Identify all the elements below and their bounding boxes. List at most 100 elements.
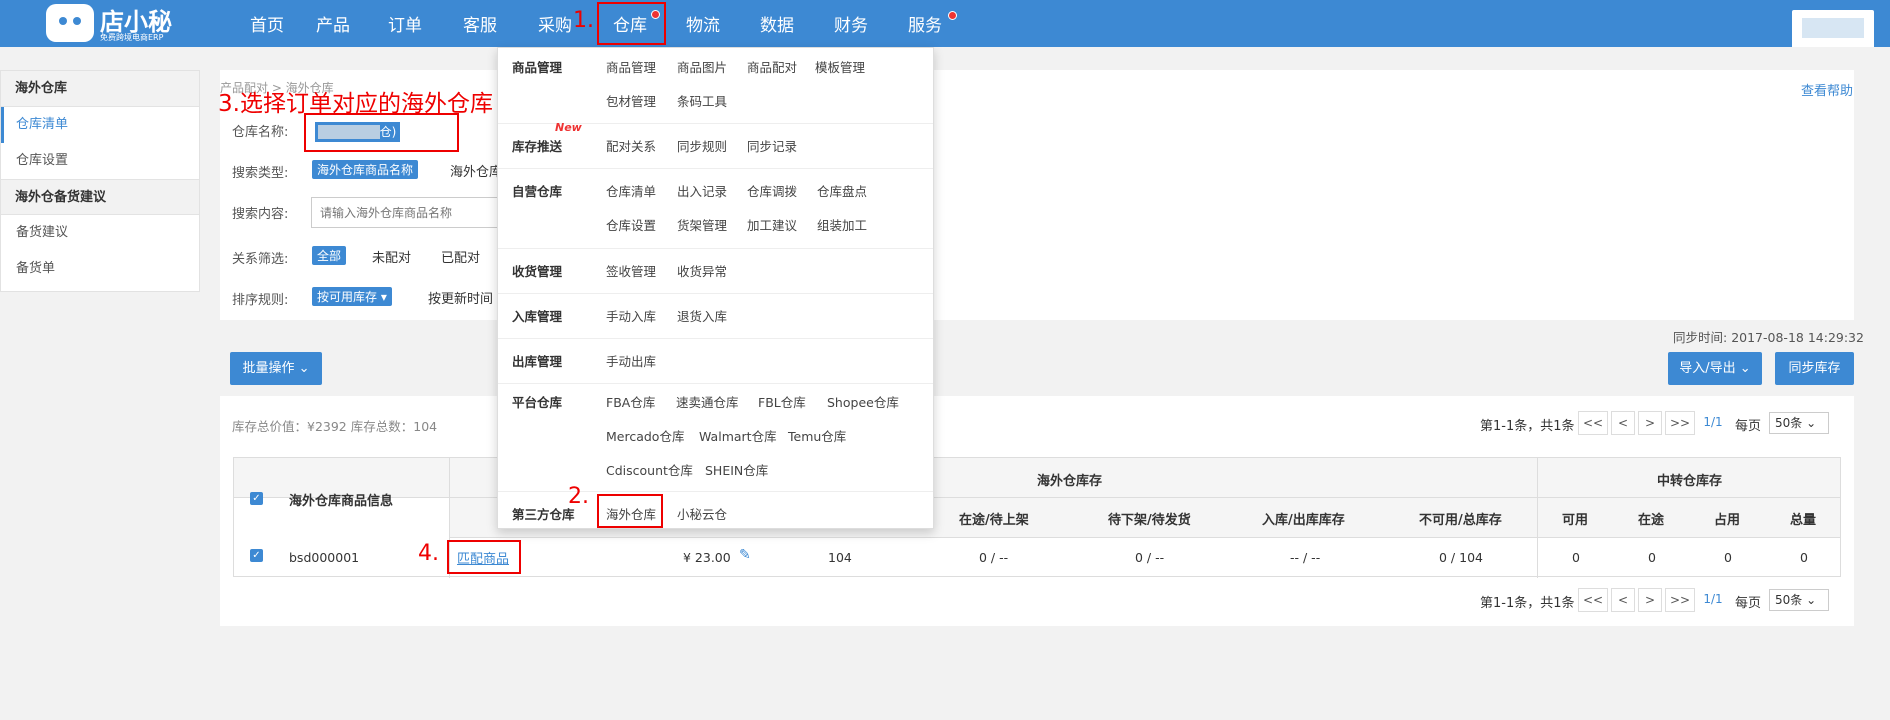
relation-option-unpaired[interactable]: 未配对: [372, 247, 411, 266]
menu-item-shopee[interactable]: Shopee仓库: [827, 392, 899, 411]
row-sku: bsd000001: [289, 550, 360, 565]
match-product-link[interactable]: 匹配商品: [457, 548, 509, 567]
menu-item-cdiscount[interactable]: Cdiscount仓库: [606, 460, 693, 479]
menu-section-outbound: 出库管理: [512, 354, 563, 369]
sidebar-item-stock-advice[interactable]: 备货建议: [1, 215, 199, 251]
menu-item-walmart[interactable]: Walmart仓库: [699, 426, 777, 445]
menu-item-in-out-records[interactable]: 出入记录: [677, 181, 727, 200]
menu-item-warehouse-list[interactable]: 仓库清单: [606, 181, 656, 200]
edit-price-icon[interactable]: ✎: [739, 547, 751, 563]
sidebar-item-warehouse-settings[interactable]: 仓库设置: [1, 143, 199, 179]
nav-product[interactable]: 产品: [308, 0, 358, 47]
user-avatar[interactable]: [1792, 10, 1874, 47]
warehouse-select[interactable]: (俄罗斯仓): [315, 122, 401, 142]
sort-option-available[interactable]: 按可用库存 ▾: [312, 287, 392, 306]
menu-item-processing-advice[interactable]: 加工建议: [747, 215, 797, 234]
sidebar-item-stock-orders[interactable]: 备货单: [1, 251, 199, 287]
menu-item-warehouse-settings[interactable]: 仓库设置: [606, 215, 656, 234]
per-page-select[interactable]: 50条 ⌄: [1769, 412, 1829, 434]
nav-home[interactable]: 首页: [242, 0, 292, 47]
relation-option-all[interactable]: 全部: [312, 246, 347, 265]
robot-logo-icon: [46, 4, 94, 42]
menu-item-stocktake[interactable]: 仓库盘点: [817, 181, 867, 200]
search-type-option-name[interactable]: 海外仓库商品名称: [312, 160, 419, 179]
nav-data[interactable]: 数据: [752, 0, 802, 47]
batch-actions-button[interactable]: 批量操作 ⌄: [230, 352, 322, 385]
pager-next-button[interactable]: >: [1638, 588, 1662, 612]
menu-item-receiving-exception[interactable]: 收货异常: [677, 261, 727, 280]
menu-item-aliexpress[interactable]: 速卖通仓库: [676, 392, 739, 411]
menu-section-third-party: 第三方仓库: [512, 507, 575, 522]
menu-item-sync-records[interactable]: 同步记录: [747, 136, 797, 155]
menu-divider: [498, 168, 933, 169]
annotation-step2: 2.: [568, 484, 589, 509]
annotation-step3: 3.选择订单对应的海外仓库: [218, 91, 493, 117]
sort-option-updated[interactable]: 按更新时间: [428, 288, 493, 307]
menu-item-shelf-mgmt[interactable]: 货架管理: [677, 215, 727, 234]
menu-item-sync-rules[interactable]: 同步规则: [677, 136, 727, 155]
menu-item-return-inbound[interactable]: 退货入库: [677, 306, 727, 325]
pager-bottom: 第1-1条，共1条 << < > >> 1/1 每页 50条 ⌄: [1480, 588, 1850, 612]
menu-item-sign-mgmt[interactable]: 签收管理: [606, 261, 656, 280]
menu-section-receiving: 收货管理: [512, 264, 563, 279]
pager-last-button[interactable]: >>: [1665, 411, 1695, 435]
sync-time: 同步时间: 2017-08-18 14:29:32: [1673, 330, 1864, 345]
menu-item-temu[interactable]: Temu仓库: [788, 426, 846, 445]
row-checkbox[interactable]: ✓: [250, 549, 263, 562]
menu-item-xiaomi-cloud[interactable]: 小秘云仓: [677, 504, 727, 523]
top-navbar: 店小秘 免费跨境电商ERP 首页 产品 订单 客服 采购 仓库 物流 数据 财务…: [0, 0, 1890, 47]
help-link[interactable]: 查看帮助: [1801, 80, 1853, 99]
menu-item-product-mgmt[interactable]: 商品管理: [606, 57, 656, 76]
pager-first-button[interactable]: <<: [1578, 411, 1608, 435]
nav-logistics[interactable]: 物流: [678, 0, 728, 47]
pager-last-button[interactable]: >>: [1665, 588, 1695, 612]
menu-item-transfer[interactable]: 仓库调拨: [747, 181, 797, 200]
menu-item-barcode[interactable]: 条码工具: [677, 91, 727, 110]
row-t-total: 0: [1800, 550, 1808, 565]
menu-item-assembly[interactable]: 组装加工: [817, 215, 867, 234]
relation-option-paired[interactable]: 已配对: [441, 247, 480, 266]
annotation-box-overseas: [597, 494, 663, 528]
menu-item-manual-outbound[interactable]: 手动出库: [606, 351, 656, 370]
row-in-out: -- / --: [1290, 550, 1321, 565]
menu-item-fba[interactable]: FBA仓库: [606, 392, 655, 411]
brand-logo[interactable]: 店小秘 免费跨境电商ERP: [40, 2, 172, 44]
row-available: 104: [828, 550, 852, 565]
nav-services[interactable]: 服务: [900, 0, 950, 47]
nav-order[interactable]: 订单: [380, 0, 430, 47]
pager-per-page-label: 每页: [1735, 419, 1762, 434]
select-all-checkbox[interactable]: ✓: [250, 492, 263, 505]
menu-item-mercado[interactable]: Mercado仓库: [606, 426, 684, 445]
subheader-unavailable-total: 不可用/总库存: [1419, 513, 1502, 528]
search-type-option-other[interactable]: 海外仓库: [450, 161, 502, 180]
menu-item-packaging[interactable]: 包材管理: [606, 91, 656, 110]
per-page-select[interactable]: 50条 ⌄: [1769, 589, 1829, 611]
brand-tagline: 免费跨境电商ERP: [100, 33, 164, 42]
sync-stock-button[interactable]: 同步库存: [1775, 352, 1854, 385]
search-input[interactable]: [311, 197, 501, 228]
import-export-button[interactable]: 导入/导出 ⌄: [1668, 352, 1762, 385]
pager-prev-button[interactable]: <: [1611, 588, 1635, 612]
header-transit-stock: 中转仓库存: [1657, 474, 1723, 489]
pager-next-button[interactable]: >: [1638, 411, 1662, 435]
sort-label: 排序规则:: [232, 293, 289, 308]
pager-prev-button[interactable]: <: [1611, 411, 1635, 435]
sidebar-item-warehouse-list[interactable]: 仓库清单: [1, 107, 199, 143]
menu-item-template-mgmt[interactable]: 模板管理: [815, 57, 865, 76]
menu-section-own-warehouse: 自营仓库: [512, 184, 563, 199]
subheader-in-out: 入库/出库库存: [1262, 513, 1345, 528]
annotation-box-match: 匹配商品: [447, 540, 521, 574]
nav-service[interactable]: 客服: [455, 0, 505, 47]
menu-section-stock-push: 库存推送: [512, 139, 563, 154]
menu-item-product-pairing[interactable]: 商品配对: [747, 57, 797, 76]
menu-item-fbl[interactable]: FBL仓库: [758, 392, 806, 411]
nav-finance[interactable]: 财务: [826, 0, 876, 47]
row-t-transit: 0: [1648, 550, 1656, 565]
pager-first-button[interactable]: <<: [1578, 588, 1608, 612]
menu-item-shein[interactable]: SHEIN仓库: [705, 460, 768, 479]
menu-item-manual-inbound[interactable]: 手动入库: [606, 306, 656, 325]
menu-item-product-images[interactable]: 商品图片: [677, 57, 727, 76]
menu-section-product: 商品管理: [512, 60, 563, 75]
menu-item-pair-relation[interactable]: 配对关系: [606, 136, 656, 155]
menu-divider: [498, 491, 933, 492]
